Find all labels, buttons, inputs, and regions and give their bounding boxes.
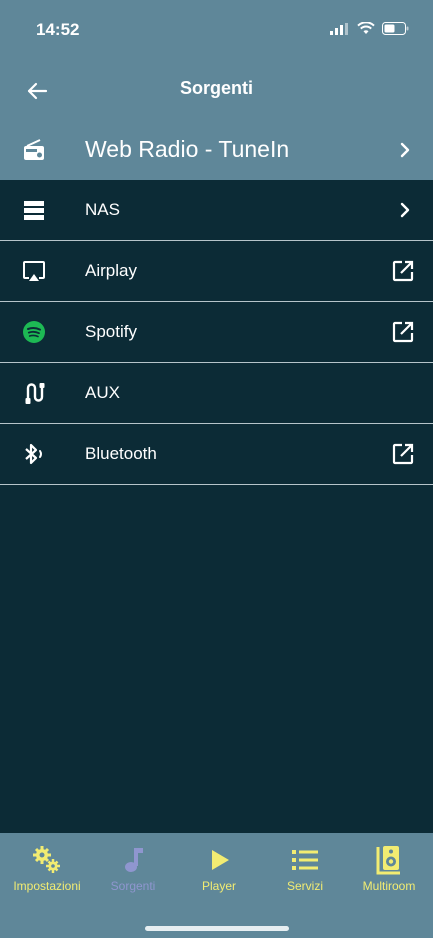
- nas-icon: [24, 201, 44, 220]
- status-time: 14:52: [36, 20, 80, 39]
- music-note-icon: [125, 848, 143, 872]
- chevron-right-icon: [400, 142, 410, 158]
- source-airplay[interactable]: Airplay: [0, 241, 433, 302]
- status-icons: [330, 22, 409, 35]
- signal-icon: [330, 22, 348, 35]
- external-link-icon[interactable]: [391, 442, 415, 466]
- source-label: NAS: [85, 200, 120, 219]
- gears-icon: [33, 846, 60, 873]
- wifi-icon: [357, 22, 375, 34]
- spotify-icon: [23, 321, 45, 343]
- play-icon: [212, 850, 229, 870]
- tab-servizi[interactable]: Servizi: [262, 845, 348, 893]
- tab-label: Multiroom: [362, 879, 416, 893]
- tab-impostazioni[interactable]: Impostazioni: [4, 845, 90, 893]
- home-indicator[interactable]: [145, 926, 289, 931]
- source-label: Airplay: [85, 261, 137, 280]
- tab-label: Player: [201, 879, 236, 893]
- source-nas[interactable]: NAS: [0, 180, 433, 241]
- list-icon: [292, 850, 318, 870]
- aux-cable-icon: [25, 383, 45, 404]
- tab-bar: Impostazioni Sorgenti Player Servizi Mul…: [0, 833, 433, 938]
- status-bar: 14:52: [0, 0, 433, 62]
- bluetooth-icon: [25, 443, 42, 465]
- source-spotify[interactable]: Spotify: [0, 302, 433, 363]
- sources-list: Web Radio - TuneIn NAS Airplay Spotify A…: [0, 120, 433, 485]
- battery-icon: [382, 22, 409, 35]
- chevron-right-icon: [400, 202, 410, 218]
- airplay-icon: [23, 261, 45, 281]
- tab-sorgenti[interactable]: Sorgenti: [90, 845, 176, 893]
- tab-label: Servizi: [286, 879, 323, 893]
- nav-bar: Sorgenti: [0, 62, 433, 120]
- tab-label: Sorgenti: [110, 879, 156, 893]
- source-label: Bluetooth: [85, 444, 157, 463]
- page-title: Sorgenti: [179, 78, 253, 98]
- external-link-icon[interactable]: [391, 259, 415, 283]
- source-label: Web Radio - TuneIn: [85, 136, 290, 162]
- speaker-icon: [376, 846, 400, 875]
- source-webradio-tunein[interactable]: Web Radio - TuneIn: [0, 120, 433, 180]
- source-aux[interactable]: AUX: [0, 363, 433, 424]
- source-label: AUX: [85, 383, 120, 402]
- source-label: Spotify: [85, 322, 137, 341]
- tab-player[interactable]: Player: [176, 845, 262, 893]
- source-bluetooth[interactable]: Bluetooth: [0, 424, 433, 485]
- tab-label: Impostazioni: [13, 879, 81, 893]
- radio-icon: [24, 139, 44, 160]
- external-link-icon[interactable]: [391, 320, 415, 344]
- tab-multiroom[interactable]: Multiroom: [346, 845, 432, 893]
